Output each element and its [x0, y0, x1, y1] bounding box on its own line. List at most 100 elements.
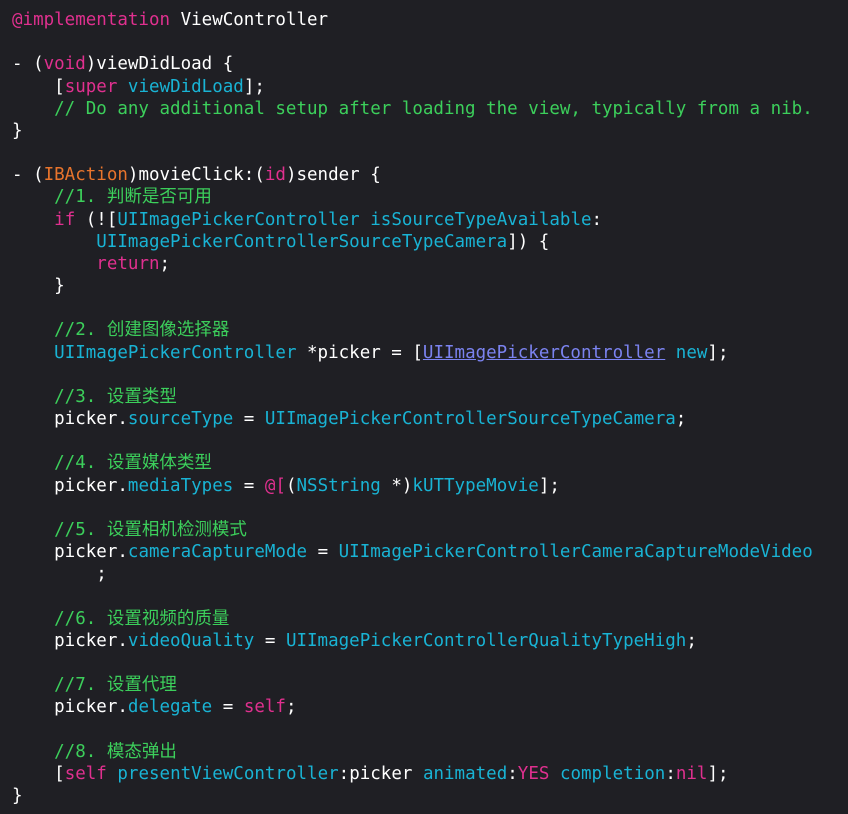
code-token-method: delegate	[127, 697, 213, 718]
code-token-plain: [	[12, 76, 65, 97]
code-line[interactable]: picker.mediaTypes = @[(NSString *)kUTTyp…	[12, 474, 560, 498]
code-token-method: presentViewController	[117, 763, 339, 784]
code-line[interactable]: //6. 设置视频的质量	[12, 607, 229, 631]
code-token-plain: =	[254, 630, 286, 651]
code-token-plain: ];	[243, 76, 265, 97]
code-line[interactable]: UIImagePickerControllerSourceTypeCamera]…	[12, 230, 549, 254]
code-token-method: animated	[422, 763, 508, 784]
code-line[interactable]: }	[12, 119, 23, 143]
code-token-plain: picker.	[12, 409, 128, 430]
code-token-plain: =	[233, 409, 265, 430]
code-token-plain: - (	[12, 165, 44, 186]
code-token-comment: //1. 判断是否可用	[12, 187, 212, 208]
code-token-plain: ;	[285, 697, 297, 718]
code-line[interactable]: //5. 设置相机检测模式	[12, 518, 247, 542]
code-line[interactable]: picker.videoQuality = UIImagePickerContr…	[12, 629, 697, 653]
code-token-method: cameraCaptureMode	[127, 542, 308, 563]
code-line[interactable]: - (void)viewDidLoad {	[12, 52, 233, 76]
code-token-plain: :	[665, 763, 676, 784]
code-line[interactable]: [super viewDidLoad];	[12, 75, 265, 99]
code-line[interactable]: //1. 判断是否可用	[12, 185, 212, 209]
code-line[interactable]: - (IBAction)movieClick:(id)sender {	[12, 163, 381, 187]
code-token-keyword: void	[43, 54, 86, 75]
code-token-method: completion	[559, 763, 666, 784]
code-token-plain: ;	[675, 409, 687, 430]
code-line[interactable]: //8. 模态弹出	[12, 740, 177, 764]
code-token-comment: //3. 设置类型	[12, 386, 177, 407]
code-token-sysclass: UIImagePickerController	[54, 342, 297, 363]
code-token-plain: picker.	[12, 542, 128, 563]
code-token-plain: ]) {	[507, 231, 550, 252]
code-token-sysclass: UIImagePickerControllerSourceTypeCamera	[96, 231, 508, 252]
code-token-keyword: return	[96, 253, 160, 274]
code-line[interactable]: picker.cameraCaptureMode = UIImagePicker…	[12, 540, 813, 564]
code-token-plain: }	[12, 276, 65, 297]
code-line[interactable]: //4. 设置媒体类型	[12, 451, 212, 475]
code-line[interactable]: //2. 创建图像选择器	[12, 318, 229, 342]
code-token-plain: picker.	[12, 630, 128, 651]
code-line[interactable]: }	[12, 784, 23, 808]
code-token-keyword: @implementation	[12, 10, 171, 30]
code-token-plain: ];	[707, 763, 729, 784]
code-token-plain: [	[12, 763, 65, 784]
code-token-keyword: id	[264, 165, 286, 186]
code-token-comment: //7. 设置代理	[12, 675, 177, 696]
code-line[interactable]: UIImagePickerController *picker = [UIIma…	[12, 341, 728, 365]
code-line[interactable]: picker.sourceType = UIImagePickerControl…	[12, 407, 686, 431]
code-token-plain: ];	[538, 475, 560, 496]
code-token-keyword: super	[64, 76, 118, 97]
code-token-plain: *picker = [	[296, 342, 423, 363]
code-token-sysclass: UIImagePickerControllerSourceTypeCamera	[264, 409, 676, 430]
code-token-keyword: @[	[264, 475, 286, 496]
code-token-method: new	[675, 342, 708, 363]
code-line[interactable]: //3. 设置类型	[12, 385, 177, 409]
code-token-plain: :picker	[338, 763, 423, 784]
code-token-sysclass: UIImagePickerControllerCameraCaptureMode…	[338, 542, 813, 563]
code-line[interactable]: // Do any additional setup after loading…	[12, 97, 813, 121]
code-token-plain: *)	[380, 475, 413, 496]
code-token-method: mediaTypes	[127, 475, 234, 496]
code-token-plain: )viewDidLoad {	[85, 54, 234, 75]
code-line[interactable]: }	[12, 274, 65, 298]
code-token-link[interactable]: UIImagePickerController	[423, 343, 665, 363]
code-line[interactable]: ;	[12, 562, 107, 586]
code-token-plain: =	[307, 542, 339, 563]
code-line[interactable]: if (![UIImagePickerController isSourceTy…	[12, 208, 602, 232]
code-line[interactable]: //7. 设置代理	[12, 673, 177, 697]
code-token-comment: //2. 创建图像选择器	[12, 320, 230, 341]
code-token-comment: //5. 设置相机检测模式	[12, 519, 247, 540]
code-token-plain: )sender {	[285, 165, 381, 186]
code-token-comment: //4. 设置媒体类型	[12, 453, 212, 474]
code-token-sysclass: NSString	[296, 475, 381, 496]
code-token-keyword: self	[64, 763, 107, 784]
code-line[interactable]: [self presentViewController:picker anima…	[12, 762, 729, 786]
code-line[interactable]: @implementation ViewController	[12, 8, 328, 32]
code-token-plain: :	[507, 763, 518, 784]
code-token-plain: }	[12, 785, 23, 806]
code-token-plain: )movieClick:(	[127, 165, 265, 186]
code-line[interactable]: return;	[12, 252, 170, 276]
code-token-comment: //8. 模态弹出	[12, 741, 177, 762]
code-token-sysclass: UIImagePickerControllerQualityTypeHigh	[285, 630, 687, 651]
code-token-method: sourceType	[127, 409, 234, 430]
code-token-plain: ViewController	[170, 10, 329, 30]
code-token-plain: :	[591, 209, 603, 230]
code-line[interactable]: picker.delegate = self;	[12, 695, 297, 719]
code-token-plain: - (	[12, 54, 44, 75]
code-token-comment: //6. 设置视频的质量	[12, 608, 230, 629]
code-token-keyword: nil	[675, 763, 708, 784]
code-token-sysclass: kUTTypeMovie	[412, 475, 539, 496]
code-token-keyword: YES	[517, 763, 550, 784]
code-token-plain: (	[285, 475, 297, 496]
code-token-plain: picker.	[12, 697, 128, 718]
code-editor[interactable]: @implementation ViewController - (void)vi…	[0, 0, 848, 814]
code-token-plain: ;	[159, 253, 171, 274]
code-token-plain: =	[233, 475, 265, 496]
